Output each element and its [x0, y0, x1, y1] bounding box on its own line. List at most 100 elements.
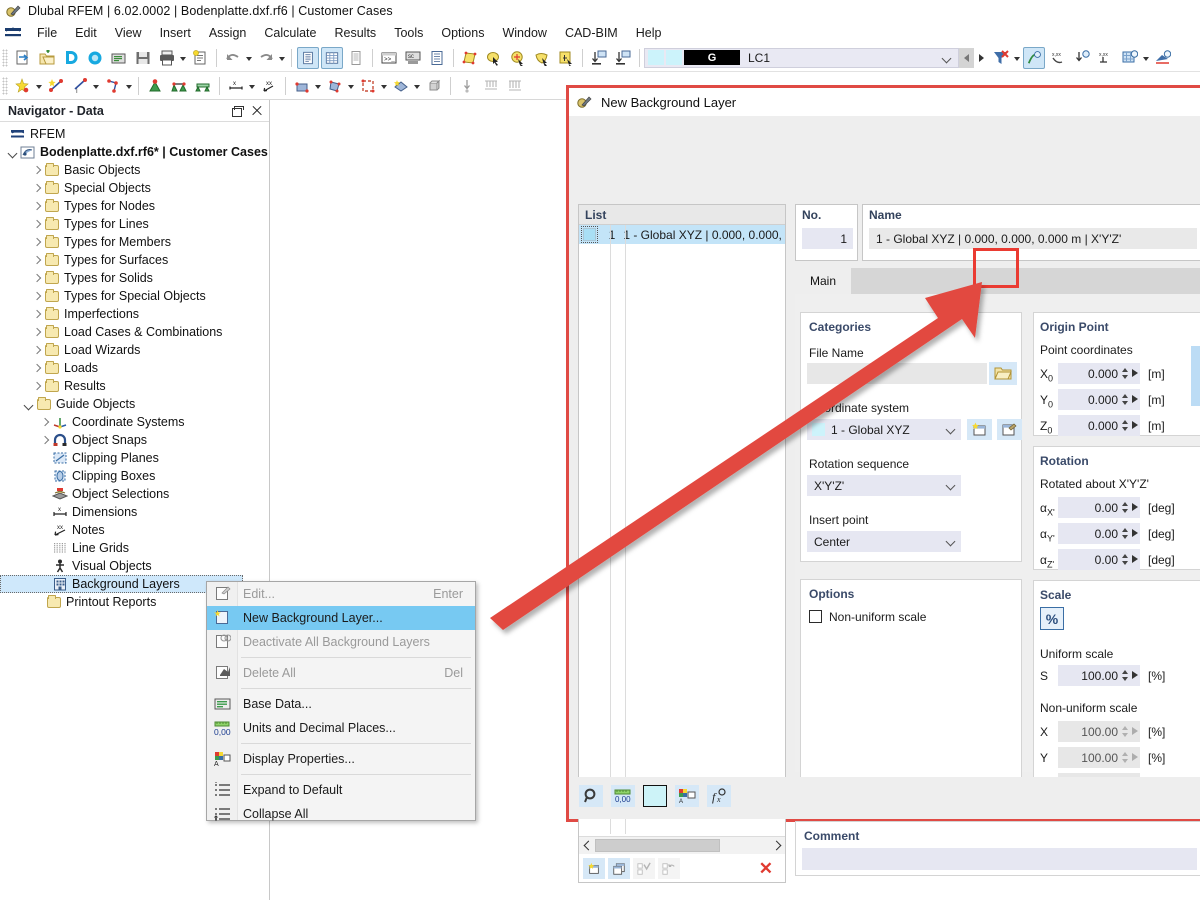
- stepper-icon[interactable]: [1132, 555, 1138, 563]
- list-button[interactable]: [426, 47, 448, 69]
- result-diagram-button[interactable]: [1152, 47, 1174, 69]
- solid-dropdown-caret[interactable]: [347, 75, 356, 97]
- menu-cad-bim[interactable]: CAD-BIM: [556, 24, 627, 42]
- coordinate-system-select[interactable]: 1 - Global XYZ: [807, 419, 961, 440]
- tree-item-imperfections[interactable]: Imperfections: [0, 305, 269, 323]
- origin-point-input-0[interactable]: 0.000: [1058, 363, 1140, 384]
- menu-calculate[interactable]: Calculate: [255, 24, 325, 42]
- print-button[interactable]: [156, 47, 178, 69]
- non-uniform-scale-checkbox[interactable]: [809, 610, 822, 623]
- chevron-right-icon[interactable]: [30, 181, 44, 195]
- tree-item-project[interactable]: Bodenplatte.dxf.rf6* | Customer Cases: [0, 143, 269, 161]
- undo-button[interactable]: [222, 47, 244, 69]
- menu-results[interactable]: Results: [326, 24, 386, 42]
- snap-up-button[interactable]: [588, 47, 610, 69]
- console-button[interactable]: >>_: [378, 47, 400, 69]
- dlubal-center-button[interactable]: [60, 47, 82, 69]
- tree-item-clipping-planes[interactable]: Clipping Planes: [0, 449, 269, 467]
- menu-assign[interactable]: Assign: [200, 24, 256, 42]
- context-menu-item-expand-to-default[interactable]: Expand to Default: [207, 778, 475, 802]
- spinner-icon[interactable]: [1121, 392, 1129, 407]
- scrollbar-thumb[interactable]: [595, 839, 720, 852]
- stepper-icon[interactable]: [1132, 529, 1138, 537]
- spinner-icon[interactable]: [1121, 724, 1129, 739]
- polyline-dropdown-caret[interactable]: [125, 75, 134, 97]
- opening-dropdown-caret[interactable]: [380, 75, 389, 97]
- units-button[interactable]: 0,00: [611, 785, 635, 807]
- new-solid-button[interactable]: [324, 75, 346, 97]
- tree-item-rfem[interactable]: RFEM: [0, 125, 269, 143]
- menu-window[interactable]: Window: [493, 24, 555, 42]
- stepper-icon[interactable]: [1132, 395, 1138, 403]
- list-horizontal-scrollbar[interactable]: [579, 836, 785, 854]
- context-menu-item-units-and-decimal-places[interactable]: 0,00Units and Decimal Places...: [207, 716, 475, 740]
- grid-dropdown-caret[interactable]: [1142, 47, 1151, 69]
- toolbar-grip[interactable]: [2, 77, 8, 95]
- copy-layer-button[interactable]: [608, 858, 630, 879]
- table-toggle-button[interactable]: [321, 47, 343, 69]
- show-results-button[interactable]: [1023, 47, 1045, 69]
- menu-view[interactable]: View: [106, 24, 151, 42]
- name-input[interactable]: 1 - Global XYZ | 0.000, 0.000, 0.000 m |…: [869, 228, 1197, 249]
- tree-item-line-grids[interactable]: Line Grids: [0, 539, 269, 557]
- chevron-right-icon[interactable]: [38, 433, 52, 447]
- undo-dropdown-caret[interactable]: [245, 47, 254, 69]
- search-button[interactable]: [579, 785, 603, 807]
- grid-results-button[interactable]: [1119, 47, 1141, 69]
- line-load-button[interactable]: [480, 75, 502, 97]
- load-case-prev-button[interactable]: [959, 48, 974, 68]
- origin-point-input-2[interactable]: 0.000: [1058, 415, 1140, 436]
- new-polyline-button[interactable]: [102, 75, 124, 97]
- new-surface-button[interactable]: [291, 75, 313, 97]
- open-model-button[interactable]: [36, 47, 58, 69]
- context-menu-item-display-properties[interactable]: ADisplay Properties...: [207, 747, 475, 771]
- context-menu-item-edit[interactable]: Edit...Enter: [207, 582, 475, 606]
- color-button[interactable]: [643, 785, 667, 807]
- base-data-button[interactable]: [108, 47, 130, 69]
- new-surface-support-button[interactable]: [192, 75, 214, 97]
- redo-dropdown-caret[interactable]: [278, 47, 287, 69]
- non-uniform-scale-x-input[interactable]: 100.00: [1058, 721, 1140, 742]
- chevron-right-icon[interactable]: [30, 289, 44, 303]
- tree-item-types-for-nodes[interactable]: Types for Nodes: [0, 197, 269, 215]
- menu-help[interactable]: Help: [627, 24, 671, 42]
- chevron-right-icon[interactable]: [30, 325, 44, 339]
- context-menu-item-new-background-layer[interactable]: New Background Layer...: [207, 606, 475, 630]
- stepper-icon[interactable]: [1132, 369, 1138, 377]
- printout-report-button[interactable]: [189, 47, 211, 69]
- chevron-right-icon[interactable]: [30, 361, 44, 375]
- cloud-model-button[interactable]: [84, 47, 106, 69]
- result-table-button[interactable]: [345, 47, 367, 69]
- rotation-input-1[interactable]: 0.00: [1058, 523, 1140, 544]
- chevron-down-icon[interactable]: [6, 145, 20, 159]
- scroll-left-icon[interactable]: [579, 838, 595, 854]
- edit-coordinate-system-button[interactable]: [997, 419, 1022, 440]
- navigator-toggle-button[interactable]: [297, 47, 319, 69]
- spinner-icon[interactable]: [1121, 750, 1129, 765]
- close-icon[interactable]: [249, 103, 265, 119]
- new-node-button[interactable]: [12, 75, 34, 97]
- filter-dropdown-caret[interactable]: [1013, 47, 1022, 69]
- context-menu-item-collapse-all[interactable]: Collapse All: [207, 802, 475, 826]
- tree-item-visual-objects[interactable]: Visual Objects: [0, 557, 269, 575]
- new-dimension-button[interactable]: x: [225, 75, 247, 97]
- row-color-swatch[interactable]: [583, 228, 596, 241]
- chevron-right-icon[interactable]: [30, 307, 44, 321]
- tree-item-notes[interactable]: xxNotes: [0, 521, 269, 539]
- select-objects-button[interactable]: [483, 47, 505, 69]
- nodal-load-button[interactable]: [456, 75, 478, 97]
- chevron-right-icon[interactable]: [30, 199, 44, 213]
- script-button[interactable]: SC: [402, 47, 424, 69]
- file-name-input[interactable]: [807, 363, 987, 384]
- support-reactions-button[interactable]: x,xx: [1095, 47, 1117, 69]
- rotation-input-0[interactable]: 0.00: [1058, 497, 1140, 518]
- context-menu-item-base-data[interactable]: Base Data...: [207, 692, 475, 716]
- new-nodal-support-button[interactable]: [144, 75, 166, 97]
- stepper-icon[interactable]: [1132, 421, 1138, 429]
- chevron-down-icon[interactable]: [946, 481, 956, 491]
- tree-item-results[interactable]: Results: [0, 377, 269, 395]
- chevron-right-icon[interactable]: [38, 415, 52, 429]
- tree-item-guide-objects[interactable]: Guide Objects: [0, 395, 269, 413]
- new-surface-set-button[interactable]: [390, 75, 412, 97]
- rotation-sequence-select[interactable]: X'Y'Z': [807, 475, 961, 496]
